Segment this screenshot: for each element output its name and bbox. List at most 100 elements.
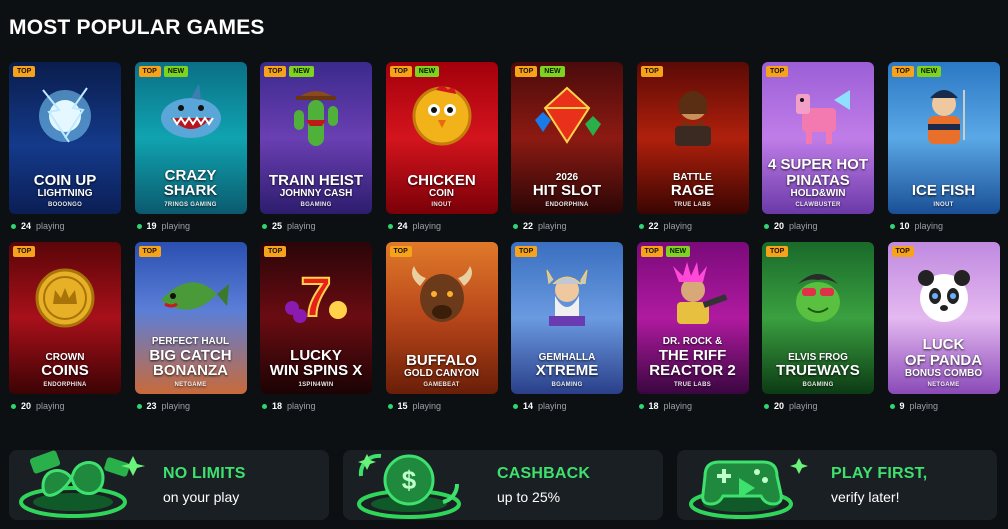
game-title: ICE FISH INOUT bbox=[888, 183, 1000, 208]
game-title-line: HIT SLOT bbox=[532, 182, 602, 200]
players-number: 24 bbox=[21, 221, 32, 231]
online-dot-icon bbox=[387, 403, 393, 409]
game-title-line: BIG CATCH bbox=[149, 346, 232, 364]
badge-group: TOP bbox=[389, 246, 412, 257]
online-dot-icon bbox=[889, 223, 895, 229]
game-cover[interactable]: TOP NEW CHICKEN COIN INOUT bbox=[385, 62, 498, 214]
game-cover[interactable]: TOP NEW ICE FISH INOUT bbox=[887, 62, 1000, 214]
game-title-line: LUCK bbox=[922, 336, 965, 353]
game-title-line: PINATAS bbox=[786, 171, 850, 189]
game-card[interactable]: TOP CROWN COINS ENDORPHINA 20 playing bbox=[9, 242, 121, 422]
top-badge: TOP bbox=[640, 66, 663, 77]
new-badge: NEW bbox=[289, 66, 314, 77]
game-title-line: GOLD CANYON bbox=[404, 367, 479, 379]
new-badge: NEW bbox=[665, 246, 691, 257]
game-card[interactable]: TOP NEW CRAZY SHARK 7RINGS GAMING 19 playing bbox=[134, 62, 247, 242]
game-cover[interactable]: TOP ELVIS FROG TRUEWAYS BGAMING bbox=[762, 242, 874, 394]
game-cover[interactable]: TOP NEW CRAZY SHARK 7RINGS GAMING bbox=[134, 62, 247, 214]
top-badge: TOP bbox=[264, 246, 287, 257]
badge-group: TOP NEW bbox=[640, 246, 691, 257]
players-count: 24 playing bbox=[9, 221, 121, 231]
players-label: playing bbox=[36, 401, 65, 411]
game-cover[interactable]: TOP 4 SUPER HOT PINATAS HOLD&WIN CLAWBUSTER bbox=[762, 62, 874, 214]
game-provider: INOUT bbox=[431, 202, 452, 208]
game-provider: INOUT bbox=[933, 202, 954, 208]
game-cover[interactable]: TOP BATTLE RAGE TRUE LABS bbox=[636, 62, 749, 214]
online-dot-icon bbox=[11, 223, 16, 229]
game-card[interactable]: TOP 4 SUPER HOT PINATAS HOLD&WIN CLAWBUSTER 2… bbox=[762, 62, 874, 242]
game-card[interactable]: TOP ELVIS FROG TRUEWAYS BGAMING 20 playing bbox=[762, 242, 874, 422]
game-card[interactable]: TOP LUCK OF PANDA BONUS COMBO NETGAME 9 playin… bbox=[887, 242, 1000, 422]
players-number: 25 bbox=[272, 221, 283, 231]
badge-group: TOP NEW bbox=[264, 66, 314, 77]
top-badge: TOP bbox=[766, 66, 789, 77]
top-badge: TOP bbox=[13, 246, 36, 257]
players-number: 22 bbox=[648, 221, 659, 231]
game-title-line: JOHNNY CASH bbox=[279, 187, 353, 199]
game-title-line: XTREME bbox=[535, 362, 599, 380]
bass-fish-icon bbox=[160, 282, 229, 310]
game-card[interactable]: TOP BUFFALO GOLD CANYON GAMEBEAT 15 playing bbox=[385, 242, 498, 422]
online-dot-icon bbox=[387, 223, 393, 229]
game-card[interactable]: TOP PERFECT HAUL BIG CATCH BONANZA NETGAME 23… bbox=[134, 242, 247, 422]
promo-row: NO LIMITS on your play $ CASHBACK up to … bbox=[9, 450, 997, 520]
game-provider: ENDORPHINA bbox=[43, 382, 87, 388]
game-card[interactable]: TOP 7 LUCKY WIN SPINS X 1SPIN4WIN 18 playing bbox=[260, 242, 372, 422]
game-card[interactable]: TOP NEW DR. ROCK & THE RIFF REACTOR 2 TRUE LA… bbox=[636, 242, 749, 422]
game-title: CHICKEN COIN INOUT bbox=[386, 172, 498, 208]
game-cover[interactable]: TOP BUFFALO GOLD CANYON GAMEBEAT bbox=[385, 242, 498, 394]
game-title: GEMHALLA XTREME BGAMING bbox=[511, 352, 623, 388]
game-card[interactable]: TOP NEW ICE FISH INOUT 10 playing bbox=[887, 62, 1000, 242]
game-title: COIN UP LIGHTNING BOOONGO bbox=[9, 172, 121, 208]
players-label: playing bbox=[412, 401, 442, 411]
game-cover[interactable]: TOP NEW 2026 HIT SLOT ENDORPHINA bbox=[511, 62, 623, 214]
game-cover[interactable]: TOP NEW DR. ROCK & THE RIFF REACTOR 2 TRUE LA… bbox=[636, 242, 749, 394]
game-title: CRAZY SHARK 7RINGS GAMING bbox=[135, 167, 247, 208]
players-number: 23 bbox=[146, 401, 157, 411]
game-cover[interactable]: TOP LUCK OF PANDA BONUS COMBO NETGAME bbox=[887, 242, 1000, 394]
promo-subtitle: on your play bbox=[163, 489, 240, 505]
players-count: 23 playing bbox=[135, 401, 247, 411]
game-cover[interactable]: TOP 7 LUCKY WIN SPINS X 1SPIN4WIN bbox=[260, 242, 372, 394]
chicken-coin-icon bbox=[412, 86, 471, 146]
badge-group: TOP bbox=[515, 246, 538, 257]
promo-card-no-limits[interactable]: NO LIMITS on your play bbox=[9, 450, 329, 520]
game-card[interactable]: TOP COIN UP LIGHTNING BOOONGO 24 playing bbox=[9, 62, 121, 242]
players-label: playing bbox=[789, 401, 818, 411]
online-dot-icon bbox=[136, 223, 142, 229]
promo-title: NO LIMITS bbox=[163, 465, 246, 482]
game-title: LUCK OF PANDA BONUS COMBO NETGAME bbox=[888, 337, 1000, 388]
game-title-line: WIN SPINS X bbox=[269, 362, 363, 380]
players-number: 14 bbox=[523, 401, 534, 411]
game-card[interactable]: TOP NEW TRAIN HEIST JOHNNY CASH BGAMING 25 pla… bbox=[260, 62, 372, 242]
ice-fisher-icon bbox=[927, 90, 965, 144]
game-card[interactable]: TOP BATTLE RAGE TRUE LABS 22 playing bbox=[636, 62, 749, 242]
game-card[interactable]: TOP NEW 2026 HIT SLOT ENDORPHINA 22 playing bbox=[511, 62, 623, 242]
game-card[interactable]: TOP GEMHALLA XTREME BGAMING 14 playing bbox=[511, 242, 623, 422]
online-dot-icon bbox=[889, 403, 895, 409]
game-provider: NETGAME bbox=[174, 382, 207, 388]
top-badge: TOP bbox=[389, 246, 412, 257]
game-title: BUFFALO GOLD CANYON GAMEBEAT bbox=[386, 352, 498, 388]
section-title: MOST POPULAR GAMES bbox=[9, 16, 265, 39]
top-badge: TOP bbox=[389, 66, 412, 77]
game-cover[interactable]: TOP GEMHALLA XTREME BGAMING bbox=[511, 242, 623, 394]
online-dot-icon bbox=[513, 403, 518, 409]
promo-card-cashback[interactable]: $ CASHBACK up to 25% bbox=[343, 450, 663, 520]
promo-card-play-first[interactable]: PLAY FIRST, verify later! bbox=[677, 450, 997, 520]
game-cover[interactable]: TOP PERFECT HAUL BIG CATCH BONANZA NETGAME bbox=[134, 242, 247, 394]
game-title: PERFECT HAUL BIG CATCH BONANZA NETGAME bbox=[135, 336, 247, 388]
game-cover[interactable]: TOP COIN UP LIGHTNING BOOONGO bbox=[9, 62, 121, 214]
game-title: ELVIS FROG TRUEWAYS BGAMING bbox=[762, 352, 874, 388]
new-badge: NEW bbox=[163, 66, 189, 77]
lucky-seven-icon: 7 bbox=[285, 264, 347, 329]
game-card[interactable]: TOP NEW CHICKEN COIN INOUT 24 playing bbox=[385, 62, 498, 242]
game-cover[interactable]: TOP NEW TRAIN HEIST JOHNNY CASH BGAMING bbox=[260, 62, 372, 214]
game-provider: 7RINGS GAMING bbox=[164, 202, 217, 208]
game-title-line: PERFECT HAUL bbox=[151, 336, 230, 347]
game-title-line: REACTOR 2 bbox=[649, 362, 736, 380]
games-grid: TOP COIN UP LIGHTNING BOOONGO 24 playing TOP NE… bbox=[9, 62, 1000, 422]
game-cover[interactable]: TOP CROWN COINS ENDORPHINA bbox=[9, 242, 121, 394]
players-number: 20 bbox=[21, 401, 32, 411]
players-number: 22 bbox=[523, 221, 534, 231]
